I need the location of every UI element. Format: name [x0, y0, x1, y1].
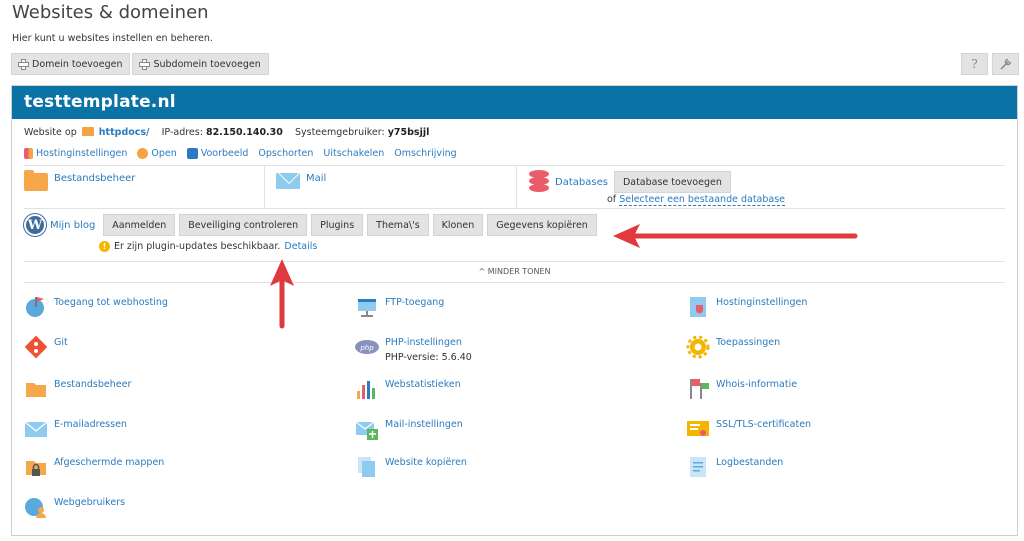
- annotation-arrows: [270, 224, 858, 329]
- arrow-up-annotation: [270, 259, 294, 329]
- arrow-left-annotation: [613, 224, 858, 248]
